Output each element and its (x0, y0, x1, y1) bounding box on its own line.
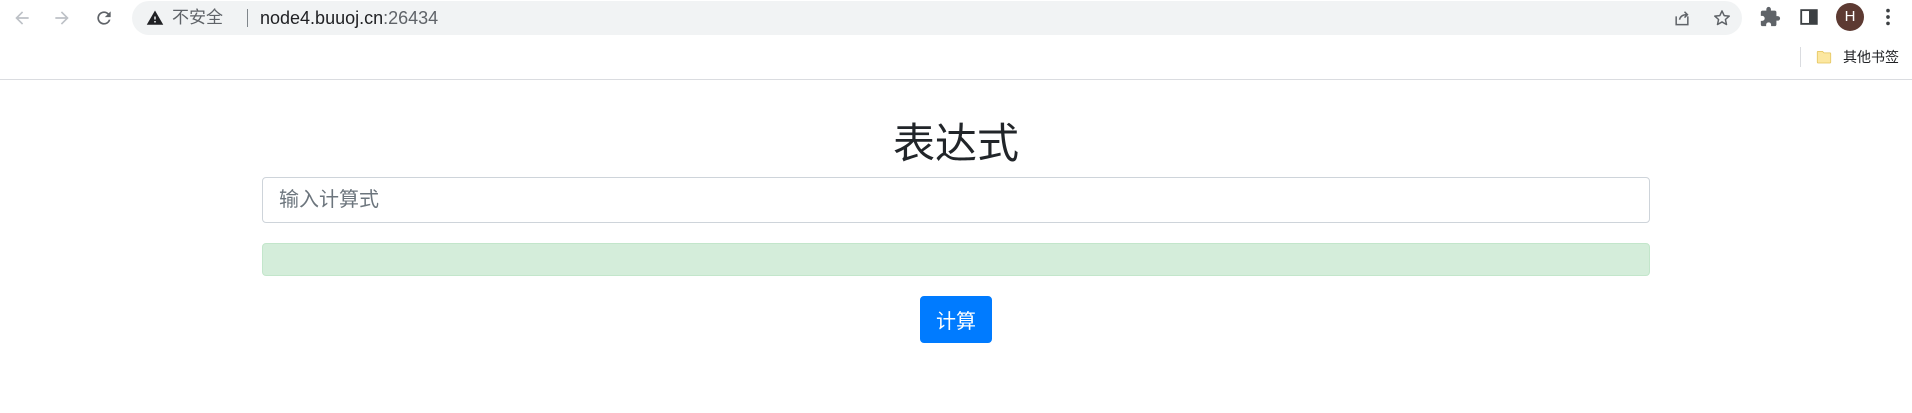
url-text[interactable]: node4.buuoj.cn:26434 (260, 8, 438, 28)
result-alert (262, 243, 1650, 276)
address-bar[interactable]: 不安全 node4.buuoj.cn:26434 (132, 1, 1742, 35)
reload-button[interactable] (88, 2, 120, 34)
reload-icon (97, 11, 111, 25)
folder-icon (1816, 51, 1832, 64)
bookmarks-divider (1800, 47, 1801, 67)
calculate-button[interactable]: 计算 (920, 296, 992, 343)
share-icon[interactable] (1672, 8, 1692, 28)
forward-button[interactable] (46, 2, 78, 34)
star-icon[interactable] (1712, 8, 1732, 28)
url-host: node4.buuoj.cn (260, 8, 384, 28)
profile-avatar[interactable]: H (1836, 3, 1864, 31)
browser-menu-button[interactable] (1877, 6, 1899, 28)
page-title: 表达式 (892, 120, 1019, 167)
warning-triangle-icon[interactable] (146, 9, 164, 27)
extensions-button[interactable] (1759, 6, 1781, 28)
security-status-label[interactable]: 不安全 (172, 8, 223, 28)
omnibox-separator (247, 9, 248, 27)
other-bookmarks-label: 其他书签 (1843, 49, 1899, 65)
back-button[interactable] (6, 2, 38, 34)
puzzle-piece-icon (1760, 6, 1781, 27)
kebab-menu-icon (1886, 8, 1890, 26)
side-panel-button[interactable] (1798, 6, 1820, 28)
other-bookmarks-folder[interactable]: 其他书签 (1815, 47, 1899, 67)
arrow-right-icon (55, 11, 69, 25)
url-port: :26434 (383, 8, 439, 28)
expression-input[interactable] (262, 177, 1650, 223)
browser-chrome: 不安全 node4.buuoj.cn:26434 H 其他书签 (0, 0, 1912, 80)
arrow-left-icon (15, 11, 29, 25)
side-panel-icon (1800, 9, 1818, 25)
